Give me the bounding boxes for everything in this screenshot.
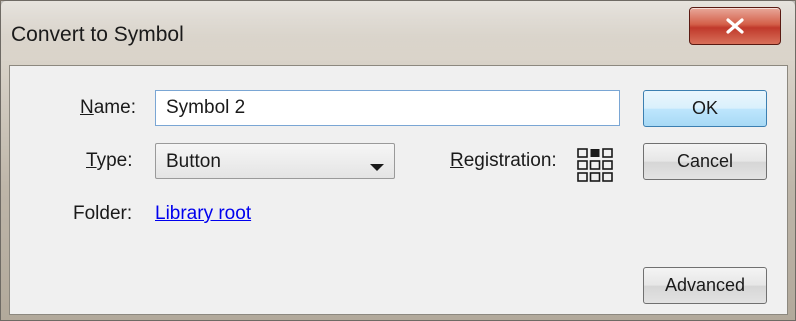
folder-link[interactable]: Library root xyxy=(155,203,251,225)
registration-grid-icon[interactable] xyxy=(576,147,618,188)
dialog-title: Convert to Symbol xyxy=(11,23,184,46)
ok-button[interactable]: OK xyxy=(643,90,767,127)
type-select[interactable]: Button xyxy=(155,143,395,179)
name-label-mnemonic: N xyxy=(80,97,94,118)
name-label-text: ame: xyxy=(93,97,136,118)
close-icon xyxy=(725,18,745,34)
name-input[interactable] xyxy=(155,90,620,126)
type-select-value: Button xyxy=(166,151,221,172)
registration-label: Registration: xyxy=(450,150,557,172)
registration-label-mnemonic: R xyxy=(450,150,464,171)
cancel-button[interactable]: Cancel xyxy=(643,143,767,180)
type-label-mnemonic: T xyxy=(86,150,97,171)
dialog-body: Name: Type: Button Registration: xyxy=(9,65,788,315)
title-bar[interactable]: Convert to Symbol xyxy=(1,1,795,63)
chevron-down-icon xyxy=(370,159,384,177)
name-label: Name: xyxy=(80,97,136,119)
close-button[interactable] xyxy=(689,7,781,45)
registration-label-text: egistration: xyxy=(463,150,557,171)
folder-label: Folder: xyxy=(73,203,133,224)
convert-to-symbol-dialog: Convert to Symbol Name: Type: Button Reg… xyxy=(0,0,796,321)
type-label-text: ype: xyxy=(96,150,133,171)
type-label: Type: xyxy=(86,150,132,172)
advanced-button[interactable]: Advanced xyxy=(643,267,767,304)
